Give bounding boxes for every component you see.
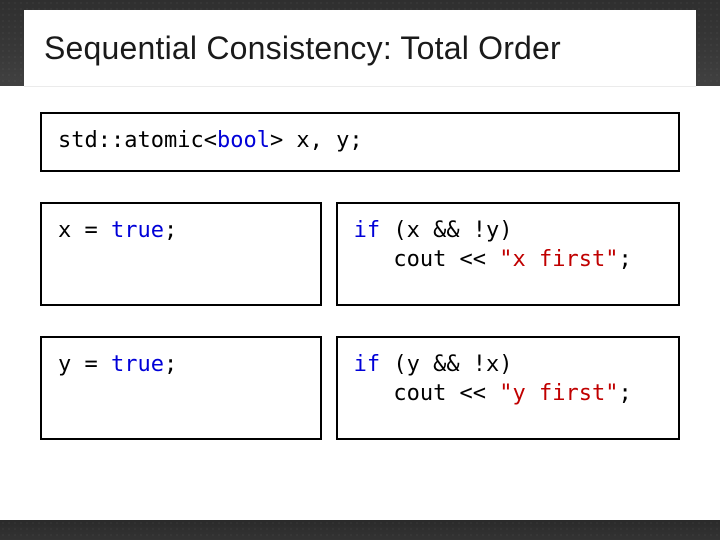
title-card: Sequential Consistency: Total Order [24, 10, 696, 86]
assign-prefix: y = [58, 352, 111, 377]
declaration-box: std::atomic<bool> x, y; [40, 112, 680, 172]
true-keyword: true [111, 218, 164, 243]
string-literal: "y first" [499, 381, 618, 406]
decl-prefix: std::atomic< [58, 128, 217, 153]
thread-right-box: if (x && !y) cout << "x first"; [336, 202, 680, 306]
footer-background [0, 520, 720, 540]
condition-text: (y && !x) [380, 352, 512, 377]
code-row: x = true; if (x && !y) cout << "x first"… [40, 202, 680, 306]
slide-content: std::atomic<bool> x, y; x = true; if (x … [0, 86, 720, 440]
slide: Sequential Consistency: Total Order std:… [0, 0, 720, 540]
check-y-code: if (y && !x) cout << "y first"; [354, 350, 662, 409]
string-literal: "x first" [499, 247, 618, 272]
assign-suffix: ; [164, 352, 177, 377]
slide-title: Sequential Consistency: Total Order [44, 30, 561, 67]
cout-prefix: cout << [354, 381, 500, 406]
true-keyword: true [111, 352, 164, 377]
assign-y-code: y = true; [58, 350, 304, 380]
assign-x-code: x = true; [58, 216, 304, 246]
check-x-code: if (x && !y) cout << "x first"; [354, 216, 662, 275]
decl-type-keyword: bool [217, 128, 270, 153]
thread-left-box: x = true; [40, 202, 322, 306]
declaration-code: std::atomic<bool> x, y; [58, 126, 662, 156]
cout-prefix: cout << [354, 247, 500, 272]
if-keyword: if [354, 218, 381, 243]
decl-suffix: > x, y; [270, 128, 363, 153]
if-keyword: if [354, 352, 381, 377]
assign-suffix: ; [164, 218, 177, 243]
cout-suffix: ; [619, 247, 632, 272]
assign-prefix: x = [58, 218, 111, 243]
condition-text: (x && !y) [380, 218, 512, 243]
cout-suffix: ; [619, 381, 632, 406]
code-row: y = true; if (y && !x) cout << "y first"… [40, 336, 680, 440]
thread-right-box: if (y && !x) cout << "y first"; [336, 336, 680, 440]
thread-left-box: y = true; [40, 336, 322, 440]
